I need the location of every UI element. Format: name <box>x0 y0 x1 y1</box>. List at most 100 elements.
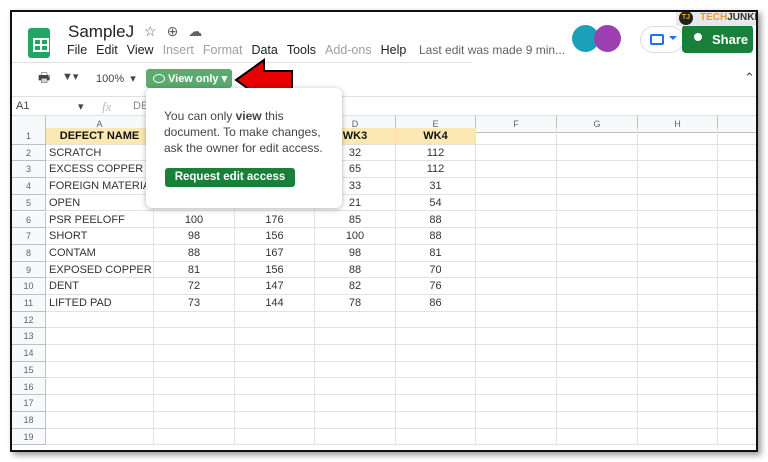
doc-title[interactable]: SampleJ <box>68 22 134 42</box>
table-cell[interactable] <box>638 194 718 212</box>
table-cell[interactable] <box>396 428 476 446</box>
table-cell[interactable]: 86 <box>396 295 476 312</box>
table-cell[interactable] <box>315 411 396 429</box>
table-cell[interactable] <box>154 378 235 396</box>
table-cell[interactable] <box>46 428 154 446</box>
table-cell[interactable] <box>638 428 718 446</box>
table-cell[interactable] <box>476 345 557 362</box>
table-cell[interactable] <box>718 212 756 229</box>
table-cell[interactable] <box>718 145 756 162</box>
share-button[interactable]: Share <box>682 25 753 53</box>
row-header[interactable]: 11 <box>12 295 46 312</box>
table-cell[interactable] <box>718 429 756 446</box>
table-cell[interactable] <box>476 178 557 195</box>
present-button[interactable] <box>640 26 684 53</box>
table-cell[interactable] <box>235 428 315 446</box>
table-cell[interactable]: 78 <box>315 295 396 312</box>
table-cell[interactable] <box>476 211 557 229</box>
table-cell[interactable] <box>46 328 154 346</box>
table-cell[interactable]: 156 <box>235 261 315 279</box>
table-cell[interactable]: LIFTED PAD <box>46 295 154 312</box>
table-cell[interactable] <box>396 411 476 429</box>
star-icon[interactable]: ☆ <box>144 23 167 39</box>
table-cell[interactable] <box>476 161 557 179</box>
request-edit-access-button[interactable]: Request edit access <box>165 168 295 187</box>
table-cell[interactable] <box>638 161 718 179</box>
table-cell[interactable] <box>315 428 396 446</box>
table-cell[interactable] <box>638 295 718 312</box>
table-cell[interactable]: 72 <box>154 278 235 295</box>
table-cell[interactable]: 31 <box>396 178 476 195</box>
table-cell[interactable]: OPEN <box>46 194 154 212</box>
table-cell[interactable] <box>638 244 718 262</box>
table-cell[interactable] <box>638 278 718 295</box>
row-header[interactable]: 3 <box>12 161 46 179</box>
table-cell[interactable] <box>476 428 557 446</box>
table-cell[interactable] <box>154 361 235 379</box>
table-cell[interactable] <box>46 395 154 412</box>
table-cell[interactable] <box>638 211 718 229</box>
table-cell[interactable] <box>638 328 718 346</box>
menu-view[interactable]: View <box>127 43 154 57</box>
table-cell[interactable] <box>718 178 756 195</box>
table-cell[interactable]: 98 <box>315 244 396 262</box>
table-cell[interactable]: 70 <box>396 261 476 279</box>
menu-tools[interactable]: Tools <box>287 43 316 57</box>
table-cell[interactable] <box>235 345 315 362</box>
header-cell[interactable] <box>476 128 557 145</box>
table-cell[interactable]: 144 <box>235 295 315 312</box>
table-cell[interactable]: 100 <box>315 228 396 245</box>
table-cell[interactable] <box>557 428 638 446</box>
table-cell[interactable] <box>154 428 235 446</box>
table-cell[interactable] <box>315 361 396 379</box>
zoom-select[interactable]: 100% ▾ <box>96 72 136 85</box>
menu-edit[interactable]: Edit <box>96 43 118 57</box>
table-cell[interactable] <box>718 161 756 179</box>
table-cell[interactable] <box>557 194 638 212</box>
table-cell[interactable] <box>557 144 638 162</box>
row-header[interactable]: 4 <box>12 178 46 195</box>
menu-file[interactable]: File <box>67 43 87 57</box>
table-cell[interactable] <box>46 411 154 429</box>
menu-data[interactable]: Data <box>251 43 277 57</box>
table-cell[interactable] <box>718 379 756 396</box>
table-cell[interactable] <box>235 328 315 346</box>
table-cell[interactable] <box>46 378 154 396</box>
table-cell[interactable] <box>638 144 718 162</box>
filter-icon[interactable]: ▼▾ <box>62 70 78 83</box>
table-cell[interactable]: 98 <box>154 228 235 245</box>
table-cell[interactable]: FOREIGN MATERIAL <box>46 178 154 195</box>
menu-insert[interactable]: Insert <box>163 43 194 57</box>
table-cell[interactable]: 76 <box>396 278 476 295</box>
row-header[interactable]: 1 <box>12 128 46 145</box>
table-cell[interactable] <box>476 144 557 162</box>
table-cell[interactable] <box>718 262 756 279</box>
table-cell[interactable]: 81 <box>396 244 476 262</box>
name-box[interactable]: A1 <box>16 100 29 112</box>
table-cell[interactable] <box>638 311 718 329</box>
row-header[interactable]: 12 <box>12 311 46 329</box>
move-icon[interactable]: ⊕ <box>167 23 189 39</box>
table-cell[interactable]: 176 <box>235 211 315 229</box>
table-cell[interactable] <box>476 228 557 245</box>
table-cell[interactable] <box>476 311 557 329</box>
table-cell[interactable] <box>557 395 638 412</box>
table-cell[interactable] <box>557 178 638 195</box>
table-cell[interactable] <box>718 228 756 245</box>
table-cell[interactable] <box>718 278 756 295</box>
menu-help[interactable]: Help <box>381 43 407 57</box>
table-cell[interactable]: 147 <box>235 278 315 295</box>
table-cell[interactable] <box>396 378 476 396</box>
row-header[interactable]: 13 <box>12 328 46 346</box>
table-cell[interactable]: 88 <box>396 211 476 229</box>
table-cell[interactable]: 54 <box>396 194 476 212</box>
sheets-logo-icon[interactable] <box>28 28 50 58</box>
table-cell[interactable] <box>154 345 235 362</box>
table-cell[interactable] <box>638 361 718 379</box>
table-cell[interactable] <box>638 378 718 396</box>
table-cell[interactable]: 156 <box>235 228 315 245</box>
table-cell[interactable]: 88 <box>315 261 396 279</box>
cloud-status-icon[interactable]: ☁ <box>188 23 212 39</box>
table-cell[interactable] <box>557 244 638 262</box>
table-cell[interactable] <box>476 395 557 412</box>
